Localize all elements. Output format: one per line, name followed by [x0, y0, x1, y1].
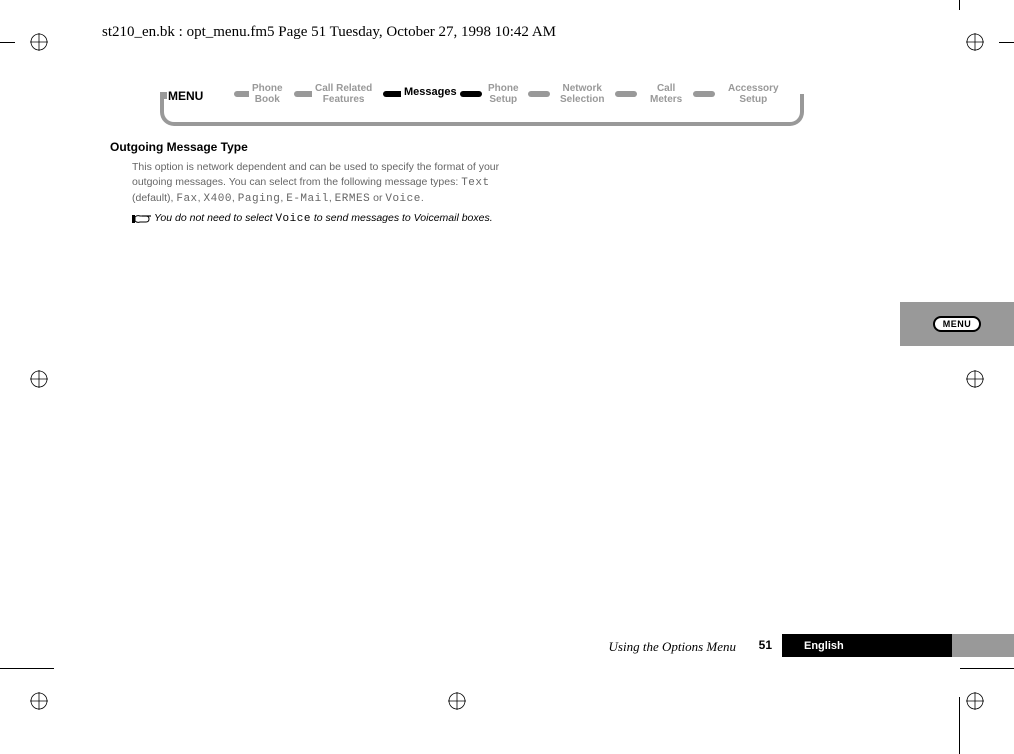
menu-item-line: Setup [489, 94, 517, 105]
code-text: Text [461, 177, 489, 189]
menu-item-line: Setup [739, 94, 767, 105]
menu-item-network: NetworkSelection [557, 83, 607, 105]
body-text-run: This option is network dependent and can… [132, 161, 499, 188]
menu-item-line: Phone [488, 83, 519, 94]
content-area: Outgoing Message Type This option is net… [110, 140, 590, 231]
side-tab: MENU [900, 302, 1014, 346]
menu-item-phone-setup: PhoneSetup [485, 83, 522, 105]
code-text: Fax [176, 193, 197, 205]
body-paragraph: This option is network dependent and can… [132, 160, 502, 207]
footer-chapter: Using the Options Menu [609, 639, 736, 655]
crop-mark-icon [966, 370, 984, 388]
menu-item-line: Network [563, 83, 602, 94]
crop-mark-icon [966, 33, 984, 51]
page-header: st210_en.bk : opt_menu.fm5 Page 51 Tuesd… [102, 24, 556, 41]
menu-item-phone-book: PhoneBook [249, 83, 286, 105]
frame-line [959, 0, 960, 10]
menu-item-line: Accessory [728, 83, 779, 94]
section-heading: Outgoing Message Type [110, 140, 590, 154]
body-text-run: . [421, 192, 424, 204]
menu-item-messages: Messages [401, 87, 460, 98]
menu-item-line: Selection [560, 94, 604, 105]
note-block: You do not need to select Voice to send … [132, 211, 512, 231]
note-run: You do not need to select [154, 212, 275, 224]
crop-mark-icon [30, 692, 48, 710]
note-hand-icon [132, 212, 152, 231]
crop-mark-icon [966, 692, 984, 710]
page-footer: Using the Options Menu 51 English [0, 634, 1014, 660]
note-text: You do not need to select Voice to send … [154, 211, 493, 231]
menu-navigation: MENU PhoneBook Call RelatedFeatures Mess… [160, 83, 804, 131]
code-text: Voice [385, 193, 421, 205]
code-text: ERMES [335, 193, 371, 205]
menu-item-line: Messages [404, 86, 457, 98]
menu-connector [528, 91, 550, 97]
side-tab-label: MENU [933, 316, 982, 332]
footer-language: English [782, 634, 952, 657]
menu-item-call-meters: CallMeters [647, 83, 685, 105]
body-text-run: or [370, 192, 385, 204]
menu-connector [460, 91, 482, 97]
menu-item-line: Meters [650, 94, 682, 105]
menu-item-line: Call [657, 83, 675, 94]
menu-connector [693, 91, 715, 97]
body-text-run: (default), [132, 192, 176, 204]
menu-item-line: Features [323, 94, 365, 105]
crop-mark-icon [30, 33, 48, 51]
menu-connector [615, 91, 637, 97]
code-text: Paging [238, 193, 281, 205]
menu-label: MENU [168, 89, 209, 103]
crop-mark-icon [448, 692, 466, 710]
menu-item-line: Call Related [315, 83, 372, 94]
frame-line [999, 42, 1014, 43]
menu-item-line: Book [255, 94, 280, 105]
frame-line [960, 668, 1014, 669]
crop-mark-icon [30, 370, 48, 388]
code-text: X400 [204, 193, 232, 205]
code-text: E-Mail [286, 193, 329, 205]
menu-item-accessory: AccessorySetup [725, 83, 782, 105]
footer-page-number: 51 [759, 638, 772, 652]
frame-line [959, 697, 960, 754]
menu-item-line: Phone [252, 83, 283, 94]
note-run: to send messages to Voicemail boxes. [311, 212, 493, 224]
footer-gray-extension [952, 634, 1014, 657]
frame-line [0, 668, 54, 669]
code-text: Voice [275, 213, 311, 225]
menu-label-tick [160, 92, 167, 99]
menu-item-call-related: Call RelatedFeatures [312, 83, 375, 105]
frame-line [0, 42, 15, 43]
